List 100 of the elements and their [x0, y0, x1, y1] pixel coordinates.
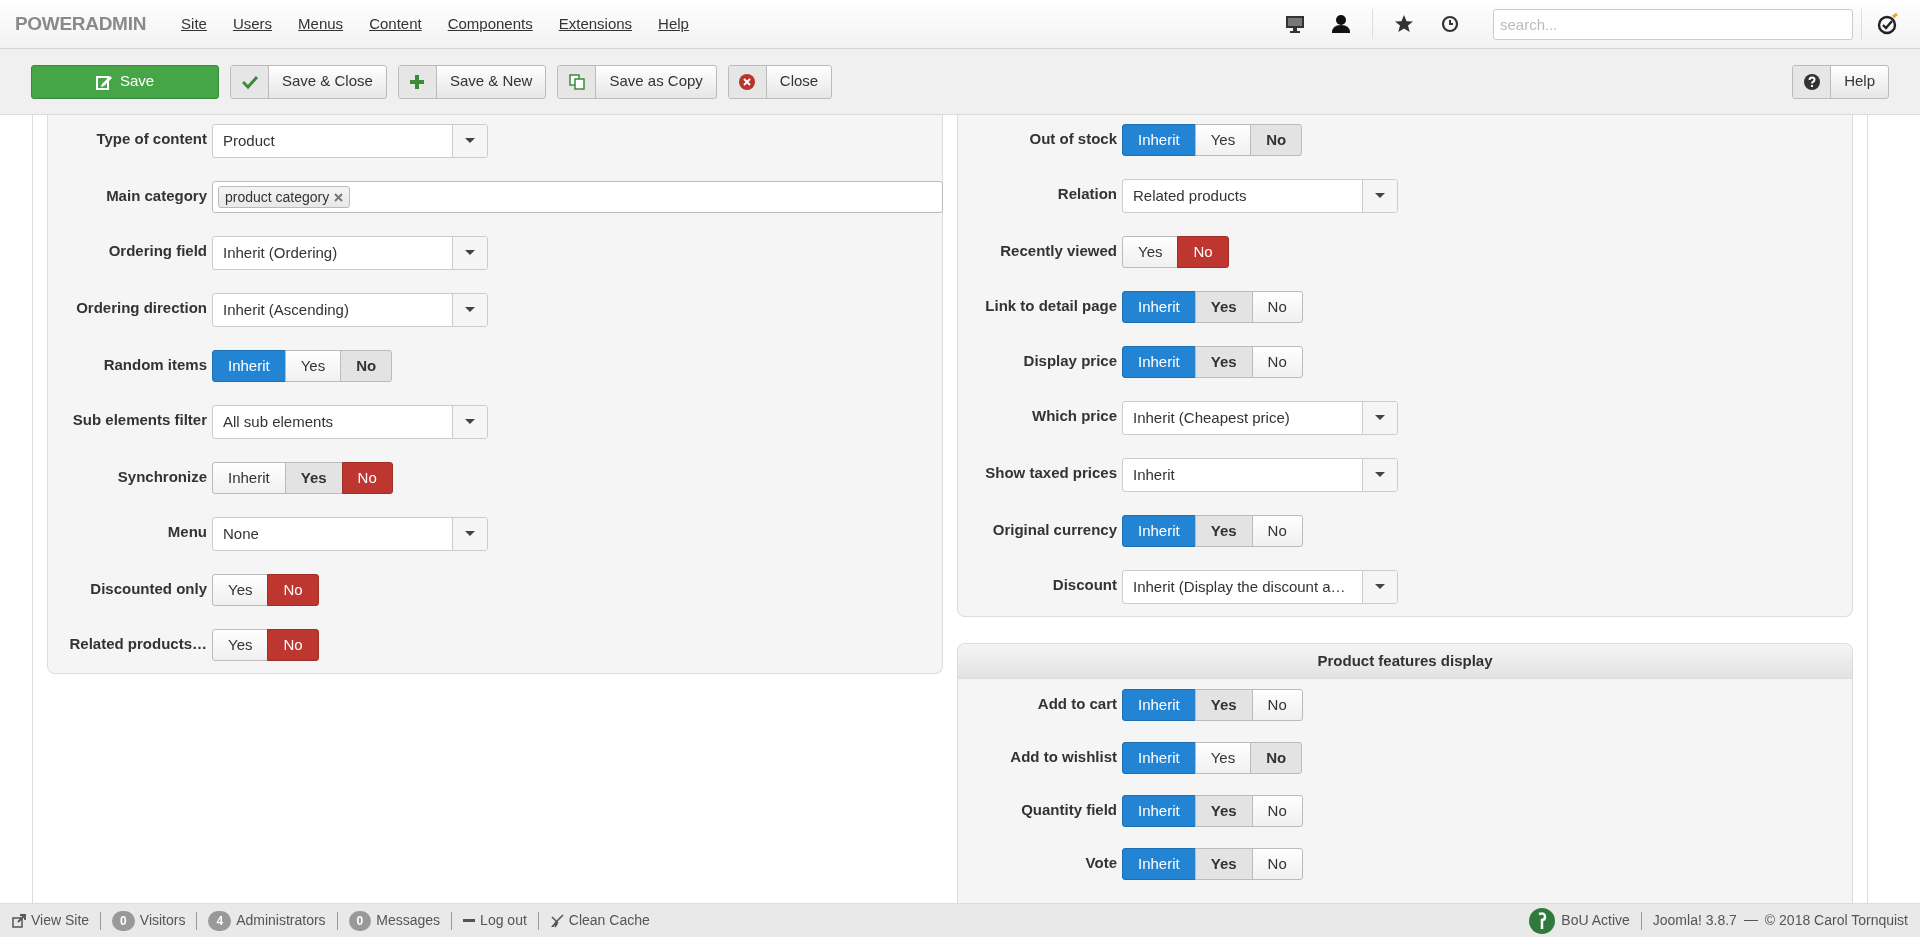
toggle-option[interactable]: No — [340, 350, 393, 382]
remove-icon[interactable] — [334, 192, 344, 202]
toggle-option[interactable]: No — [1250, 124, 1303, 156]
field-label: Add to cart — [1036, 694, 1118, 714]
field-label: Related products… — [68, 634, 208, 654]
menu-item[interactable]: Components — [434, 12, 546, 36]
toggle-option[interactable]: Inherit — [212, 462, 286, 494]
select-field[interactable]: Inherit (Display the discount a… — [1122, 570, 1398, 604]
toggle-option[interactable]: No — [1250, 742, 1303, 774]
toggle-option[interactable]: Yes — [212, 629, 269, 661]
toggle-option[interactable]: Yes — [1194, 795, 1253, 827]
toggle-option[interactable]: Inherit — [1122, 291, 1196, 323]
toggle-option[interactable]: No — [1177, 236, 1229, 268]
menu-item[interactable]: Help — [645, 12, 702, 36]
toggle-option[interactable]: Yes — [1194, 124, 1252, 156]
menu-item[interactable]: Content — [356, 12, 435, 36]
field-label: Link to detail page — [984, 296, 1118, 316]
toggle-option[interactable]: Yes — [1194, 291, 1253, 323]
copy-icon — [568, 73, 585, 90]
toolbar-button[interactable]: Save as Copy — [557, 64, 717, 99]
caret-icon — [465, 531, 475, 537]
field-label: Vote — [1084, 853, 1118, 873]
help-button[interactable]: Help — [1792, 64, 1889, 99]
toggle-option[interactable]: Inherit — [212, 350, 286, 382]
toggle-option[interactable]: No — [267, 629, 319, 661]
footer-link[interactable]: Log out — [480, 910, 527, 931]
caret-icon — [465, 419, 475, 425]
toggle-option[interactable]: Yes — [284, 462, 343, 494]
toggle-option[interactable]: Inherit — [1122, 346, 1196, 378]
toggle-option[interactable]: Yes — [1194, 515, 1253, 547]
menu-item[interactable]: Extensions — [545, 12, 646, 36]
toggle-option[interactable]: No — [1251, 689, 1303, 721]
toolbar-button[interactable]: Save & New — [397, 64, 547, 99]
status-text: Messages — [376, 911, 441, 930]
field-label: Random items — [102, 355, 208, 375]
field-label: Sub elements filter — [71, 410, 208, 430]
select-field[interactable]: Inherit (Ascending) — [212, 293, 488, 327]
star-icon[interactable] — [1394, 14, 1414, 34]
monitor-icon[interactable] — [1285, 14, 1305, 34]
caret-icon — [1375, 584, 1385, 590]
status-text: Administrators — [236, 911, 326, 930]
check-icon — [241, 73, 258, 90]
field-label: Synchronize — [116, 467, 208, 487]
toggle-option[interactable]: No — [267, 574, 319, 606]
toggle-option[interactable]: Yes — [1194, 689, 1253, 721]
field-label: Menu — [166, 522, 208, 542]
toggle-option[interactable]: Inherit — [1122, 515, 1196, 547]
select-field[interactable]: Inherit — [1122, 458, 1398, 492]
user-icon[interactable] — [1331, 14, 1351, 34]
toggle-option[interactable]: No — [1251, 346, 1303, 378]
field-label: Which price — [1031, 406, 1118, 426]
toggle-option[interactable]: No — [1251, 515, 1303, 547]
toggle-option[interactable]: No — [1251, 848, 1303, 880]
toggle-option[interactable]: Yes — [1194, 742, 1252, 774]
count-badge: 0 — [348, 910, 372, 931]
toggle-option[interactable]: Inherit — [1122, 742, 1196, 774]
menu-item[interactable]: Menus — [285, 12, 357, 36]
edit-icon — [95, 73, 112, 90]
field-label: Discounted only — [89, 579, 208, 599]
menu-item[interactable]: Site — [168, 12, 220, 36]
field-label: Ordering field — [107, 241, 208, 261]
external-link-icon — [12, 913, 26, 928]
footer-link[interactable]: View Site — [31, 910, 90, 931]
select-field[interactable]: Inherit (Ordering) — [212, 236, 488, 270]
clock-icon[interactable] — [1440, 14, 1460, 34]
field-label: Type of content — [95, 129, 208, 149]
menu-item[interactable]: Users — [219, 12, 286, 36]
toggle-option[interactable]: Yes — [212, 574, 269, 606]
select-field[interactable]: Inherit (Cheapest price) — [1122, 401, 1398, 435]
field-label: Original currency — [991, 520, 1118, 540]
toggle-option[interactable]: No — [1251, 795, 1303, 827]
toggle-option[interactable]: Yes — [1194, 848, 1253, 880]
toggle-option[interactable]: No — [341, 462, 393, 494]
select-field[interactable]: Product — [212, 124, 488, 158]
toolbar-button[interactable]: Close — [727, 64, 833, 99]
caret-icon — [465, 307, 475, 313]
check-circle-icon[interactable] — [1877, 13, 1899, 35]
search-field[interactable]: search... — [1493, 8, 1853, 40]
field-label: Quantity field — [1020, 800, 1118, 820]
select-field[interactable]: None — [212, 517, 488, 551]
toggle-option[interactable]: Inherit — [1122, 848, 1196, 880]
select-field[interactable]: All sub elements — [212, 405, 488, 439]
toggle-option[interactable]: Yes — [284, 350, 342, 382]
footer-link[interactable]: Clean Cache — [568, 910, 650, 931]
field-label: Out of stock — [1028, 129, 1118, 149]
toggle-option[interactable]: Yes — [1122, 236, 1179, 268]
caret-icon — [465, 250, 475, 256]
minus-icon — [463, 919, 476, 922]
toggle-option[interactable]: Yes — [1194, 346, 1253, 378]
toggle-option[interactable]: Inherit — [1122, 689, 1196, 721]
toggle-option[interactable]: No — [1251, 291, 1303, 323]
tags-field[interactable]: product category — [212, 181, 943, 213]
toolbar-button[interactable]: Save & Close — [230, 64, 387, 99]
count-badge: 0 — [112, 910, 135, 931]
toggle-option[interactable]: Inherit — [1122, 124, 1196, 156]
panel-title: Product features display — [958, 644, 1852, 679]
select-field[interactable]: Related products — [1122, 179, 1398, 213]
toggle-option[interactable]: Inherit — [1122, 795, 1196, 827]
field-label: Ordering direction — [75, 298, 208, 318]
status-text: Visitors — [139, 911, 186, 930]
